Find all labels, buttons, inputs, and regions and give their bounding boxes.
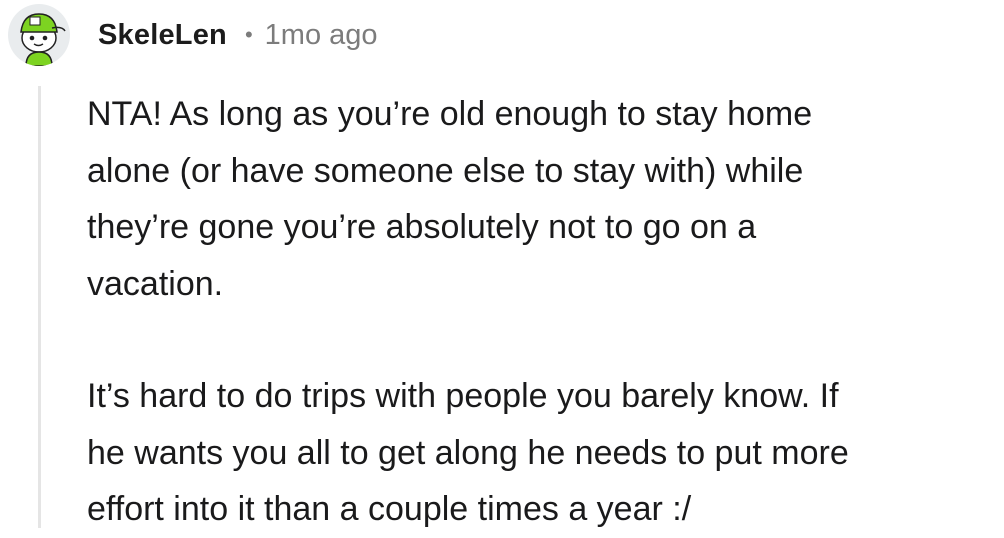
username-link[interactable]: SkeleLen	[98, 19, 227, 52]
comment-line: alone (or have someone else to stay with…	[87, 151, 804, 190]
comment-timestamp: 1mo ago	[264, 18, 378, 51]
comment-body: NTA! As long as you’re old enough to sta…	[87, 86, 987, 538]
comment-line: he wants you all to get along he needs t…	[87, 433, 849, 472]
meta-separator: •	[244, 22, 253, 47]
comment-line: they’re gone you’re absolutely not to go…	[87, 208, 757, 246]
comment-line: NTA! As long as you’re old enough to sta…	[87, 95, 813, 133]
user-avatar[interactable]	[8, 4, 70, 66]
comment-line: It’s hard to do trips with people you ba…	[87, 377, 839, 415]
comment: SkeleLen • 1mo ago NTA! As long as you’r…	[0, 0, 1004, 528]
comment-paragraph: NTA! As long as you’re old enough to sta…	[87, 86, 987, 312]
thread-collapse-line[interactable]	[38, 86, 41, 528]
comment-line: vacation.	[87, 264, 224, 303]
comment-header: SkeleLen • 1mo ago	[8, 4, 378, 66]
comment-paragraph: It’s hard to do trips with people you ba…	[87, 368, 987, 538]
snoo-avatar-icon	[20, 13, 66, 66]
comment-line: effort into it than a couple times a yea…	[87, 490, 692, 528]
